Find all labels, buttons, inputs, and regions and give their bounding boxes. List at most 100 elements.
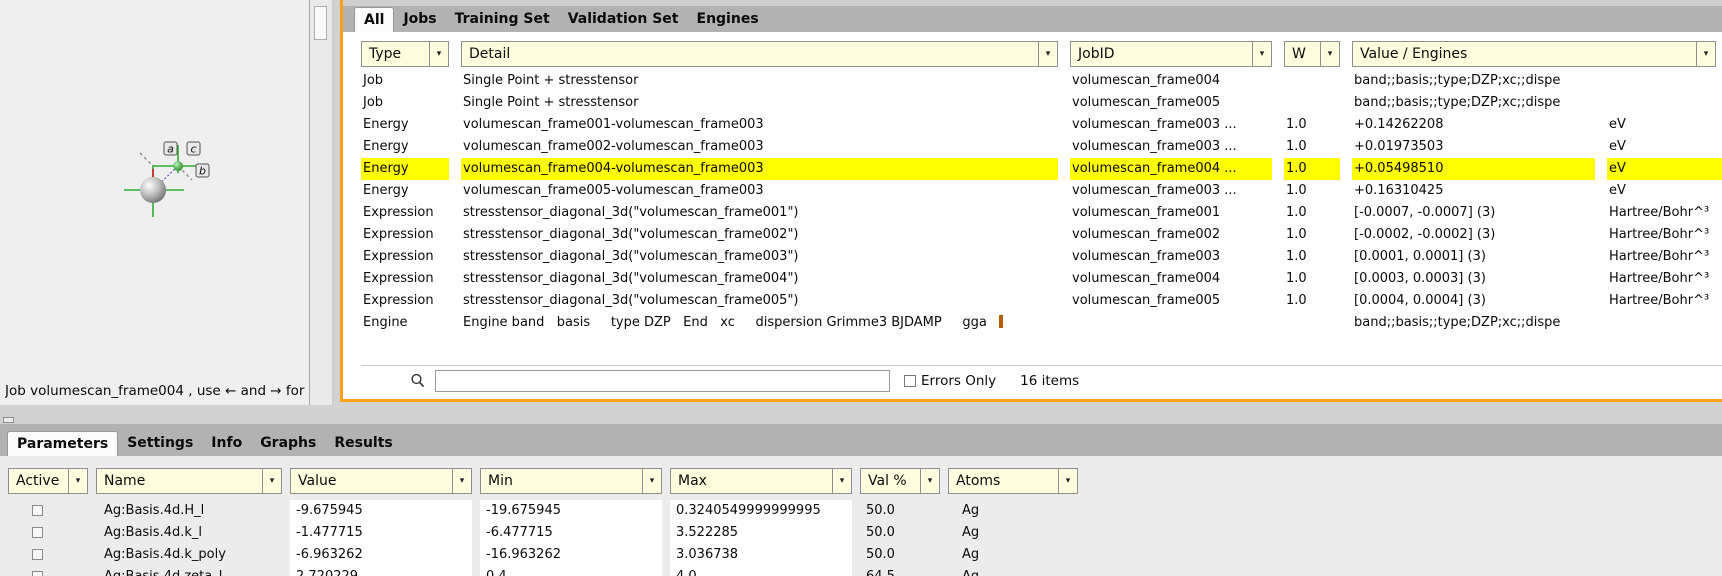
tab-all[interactable]: All (354, 7, 394, 32)
cell-name: Ag:Basis.4d.k_poly (96, 544, 282, 566)
horizontal-splitter[interactable] (0, 405, 1722, 424)
cell-atoms: Ag (948, 544, 1078, 566)
cell-value: +0.16310425 (1352, 180, 1595, 202)
training-table-header-row: Type▾Detail▾JobID▾W▾Value / Engines▾ (361, 41, 1722, 67)
cell-value: +0.14262208 (1352, 114, 1595, 136)
chevron-down-icon[interactable]: ▾ (1252, 42, 1271, 66)
cell-detail: volumescan_frame005-volumescan_frame003 (461, 180, 1058, 202)
chevron-down-icon[interactable]: ▾ (1038, 42, 1057, 66)
chevron-down-icon[interactable]: ▾ (1320, 42, 1339, 66)
chevron-down-icon[interactable]: ▾ (429, 42, 448, 66)
cell-unit: eV (1607, 158, 1722, 180)
tab-graphs[interactable]: Graphs (251, 431, 325, 456)
table-row[interactable]: EngineEngine band basis type DZP End xc … (361, 312, 1722, 334)
table-row[interactable]: Ag:Basis.4d.zeta_l2.7202290.44.064.5Ag (8, 566, 1722, 576)
column-header-max[interactable]: Max▾ (670, 468, 852, 494)
column-header-value[interactable]: Value▾ (290, 468, 472, 494)
cell-value: +0.01973503 (1352, 136, 1595, 158)
chevron-down-icon[interactable]: ▾ (832, 469, 851, 493)
column-header-active[interactable]: Active▾ (8, 468, 88, 494)
cell-jobid: volumescan_frame004 ... (1070, 158, 1272, 180)
row-active-checkbox[interactable] (32, 549, 43, 560)
table-row[interactable]: Expressionstresstensor_diagonal_3d("volu… (361, 246, 1722, 268)
column-header-value-engines[interactable]: Value / Engines▾ (1352, 41, 1716, 67)
cell-value: [0.0001, 0.0001] (3) (1352, 246, 1595, 268)
table-row[interactable]: Expressionstresstensor_diagonal_3d("volu… (361, 202, 1722, 224)
structure-viewer[interactable]: a c b Job volumescan_frame004 , use ← an… (0, 0, 310, 405)
errors-only-label[interactable]: Errors Only (921, 373, 996, 389)
column-header-name[interactable]: Name▾ (96, 468, 282, 494)
table-row[interactable]: Ag:Basis.4d.k_poly-6.963262-16.9632623.0… (8, 544, 1722, 566)
cell-jobid: volumescan_frame004 (1070, 268, 1272, 290)
tab-info[interactable]: Info (202, 431, 251, 456)
axis-label-a: a (167, 143, 174, 156)
scrollbar-thumb[interactable] (314, 6, 327, 40)
table-row[interactable]: Energyvolumescan_frame002-volumescan_fra… (361, 136, 1722, 158)
axis-label-c: c (190, 143, 196, 156)
table-row[interactable]: Energyvolumescan_frame005-volumescan_fra… (361, 180, 1722, 202)
cell-min: -6.477715 (480, 522, 662, 544)
cell-unit: Hartree/Bohr^³ (1607, 290, 1722, 312)
chevron-down-icon[interactable]: ▾ (920, 469, 939, 493)
column-header-detail[interactable]: Detail▾ (461, 41, 1058, 67)
table-row[interactable]: Expressionstresstensor_diagonal_3d("volu… (361, 224, 1722, 246)
filter-input[interactable] (435, 370, 890, 392)
chevron-down-icon[interactable]: ▾ (1696, 42, 1715, 66)
table-row[interactable]: JobSingle Point + stresstensorvolumescan… (361, 92, 1722, 114)
tab-parameters[interactable]: Parameters (7, 431, 118, 456)
cell-jobid: volumescan_frame005 (1070, 290, 1272, 312)
table-row[interactable]: Energyvolumescan_frame004-volumescan_fra… (361, 158, 1722, 180)
chevron-down-icon[interactable]: ▾ (262, 469, 281, 493)
row-active-checkbox[interactable] (32, 571, 43, 576)
engine-detail-text: Engine band basis type DZP End xc disper… (463, 315, 987, 330)
tab-validation-set[interactable]: Validation Set (559, 7, 688, 32)
column-header-value-engines-label: Value / Engines (1353, 46, 1696, 62)
chevron-down-icon[interactable]: ▾ (452, 469, 471, 493)
chevron-down-icon[interactable]: ▾ (68, 469, 87, 493)
tab-results[interactable]: Results (325, 431, 401, 456)
axis-label-b: b (199, 165, 206, 178)
errors-only-checkbox[interactable] (904, 375, 916, 387)
cell-unit: eV (1607, 180, 1722, 202)
column-header-w[interactable]: W▾ (1284, 41, 1340, 67)
lattice-axes-graphic: a c b (100, 103, 230, 227)
table-row[interactable]: JobSingle Point + stresstensorvolumescan… (361, 70, 1722, 92)
row-active-checkbox[interactable] (32, 527, 43, 538)
tab-jobs[interactable]: Jobs (394, 7, 445, 32)
cell-unit: Hartree/Bohr^³ (1607, 224, 1722, 246)
chevron-down-icon[interactable]: ▾ (1058, 469, 1077, 493)
cell-detail: stresstensor_diagonal_3d("volumescan_fra… (461, 290, 1058, 312)
cell-weight: 1.0 (1284, 268, 1340, 290)
chevron-down-icon[interactable]: ▾ (642, 469, 661, 493)
atom-sphere (140, 177, 166, 203)
row-active-checkbox[interactable] (32, 505, 43, 516)
viewer-scrollbar[interactable] (310, 0, 333, 405)
cell-jobid: volumescan_frame005 (1070, 92, 1272, 114)
table-row[interactable]: Energyvolumescan_frame001-volumescan_fra… (361, 114, 1722, 136)
splitter-handle[interactable] (3, 417, 14, 423)
table-row[interactable]: Ag:Basis.4d.k_l-1.477715-6.4777153.52228… (8, 522, 1722, 544)
table-row[interactable]: Expressionstresstensor_diagonal_3d("volu… (361, 290, 1722, 312)
cell-val-percent: 64.5 (860, 566, 940, 576)
tab-training-set[interactable]: Training Set (446, 7, 559, 32)
column-header-type[interactable]: Type▾ (361, 41, 449, 67)
cell-weight: 1.0 (1284, 136, 1340, 158)
tab-engines[interactable]: Engines (688, 7, 768, 32)
column-header-w-label: W (1285, 46, 1320, 62)
cell-detail: Single Point + stresstensor (461, 92, 1058, 114)
top-split-region: a c b Job volumescan_frame004 , use ← an… (0, 0, 1722, 405)
cell-atoms: Ag (948, 500, 1078, 522)
table-row[interactable]: Ag:Basis.4d.H_l-9.675945-19.6759450.3240… (8, 500, 1722, 522)
cell-value: band;;basis;;type;DZP;xc;;dispe (1352, 70, 1722, 92)
column-header-atoms[interactable]: Atoms▾ (948, 468, 1078, 494)
column-header-val[interactable]: Val %▾ (860, 468, 940, 494)
cell-max: 3.522285 (670, 522, 852, 544)
column-header-jobid[interactable]: JobID▾ (1070, 41, 1272, 67)
table-row[interactable]: Expressionstresstensor_diagonal_3d("volu… (361, 268, 1722, 290)
text-cursor (999, 315, 1003, 328)
cell-active (8, 566, 88, 576)
column-header-min[interactable]: Min▾ (480, 468, 662, 494)
cell-weight: 1.0 (1284, 224, 1340, 246)
training-set-table: Type▾Detail▾JobID▾W▾Value / Engines▾ Job… (343, 32, 1722, 399)
tab-settings[interactable]: Settings (118, 431, 202, 456)
